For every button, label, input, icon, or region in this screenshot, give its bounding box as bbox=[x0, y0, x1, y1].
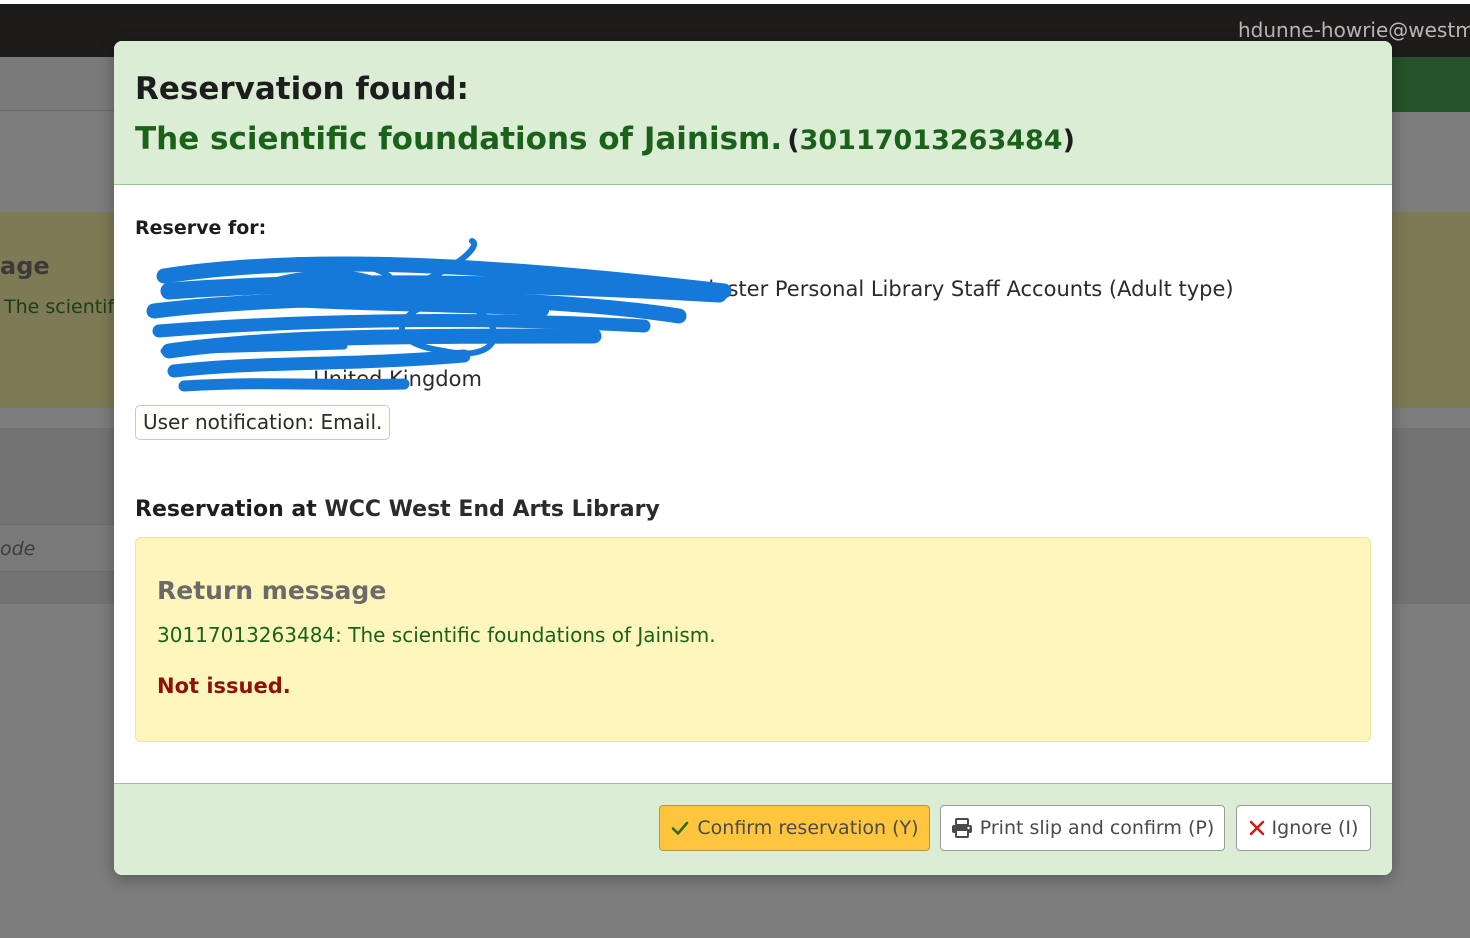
modal-footer: Confirm reservation (Y) Print slip and c… bbox=[114, 783, 1392, 875]
print-slip-confirm-button[interactable]: Print slip and confirm (P) bbox=[940, 805, 1225, 851]
background-message-text: The scientifi bbox=[4, 296, 120, 318]
user-notification-badge: User notification: Email. bbox=[135, 405, 391, 440]
book-title: The scientific foundations of Jainism. bbox=[135, 121, 783, 157]
barcode-wrapper: (30117013263484) bbox=[787, 125, 1075, 156]
reservation-branch: WCC West End Arts Library bbox=[324, 497, 660, 522]
nav-bar-accent bbox=[1385, 57, 1470, 112]
modal-title: Reservation found: bbox=[135, 71, 469, 107]
check-icon bbox=[670, 818, 690, 838]
return-message-text: 30117013263484: The scientific foundatio… bbox=[157, 623, 716, 647]
barcode-close-paren: ) bbox=[1062, 125, 1075, 156]
x-icon bbox=[1249, 820, 1265, 836]
ignore-label: Ignore (I) bbox=[1271, 817, 1359, 839]
reservation-at-label: Reservation at bbox=[135, 497, 317, 522]
reservation-location: Reservation at WCC West End Arts Library bbox=[135, 497, 660, 522]
modal-header: Reservation found: The scientific founda… bbox=[114, 41, 1392, 185]
print-slip-confirm-label: Print slip and confirm (P) bbox=[979, 817, 1215, 839]
return-message-box: Return message 30117013263484: The scien… bbox=[135, 537, 1371, 742]
confirm-reservation-button[interactable]: Confirm reservation (Y) bbox=[659, 805, 930, 851]
reservation-found-modal: Reservation found: The scientific founda… bbox=[114, 41, 1392, 875]
nav-divider bbox=[0, 110, 114, 111]
return-message-title: Return message bbox=[157, 576, 387, 605]
item-barcode: 30117013263484 bbox=[799, 125, 1063, 156]
background-message-title: age bbox=[0, 252, 50, 280]
barcode-open-paren: ( bbox=[787, 125, 800, 156]
logged-in-user[interactable]: hdunne-howrie@westm bbox=[1238, 18, 1470, 42]
return-status-not-issued: Not issued. bbox=[157, 674, 291, 698]
confirm-reservation-label: Confirm reservation (Y) bbox=[697, 817, 919, 839]
ignore-button[interactable]: Ignore (I) bbox=[1236, 805, 1371, 851]
redaction-scribble bbox=[146, 238, 732, 392]
printer-icon bbox=[951, 818, 973, 838]
modal-subtitle: The scientific foundations of Jainism. (… bbox=[135, 121, 1075, 157]
background-input-placeholder: ode bbox=[0, 538, 36, 560]
